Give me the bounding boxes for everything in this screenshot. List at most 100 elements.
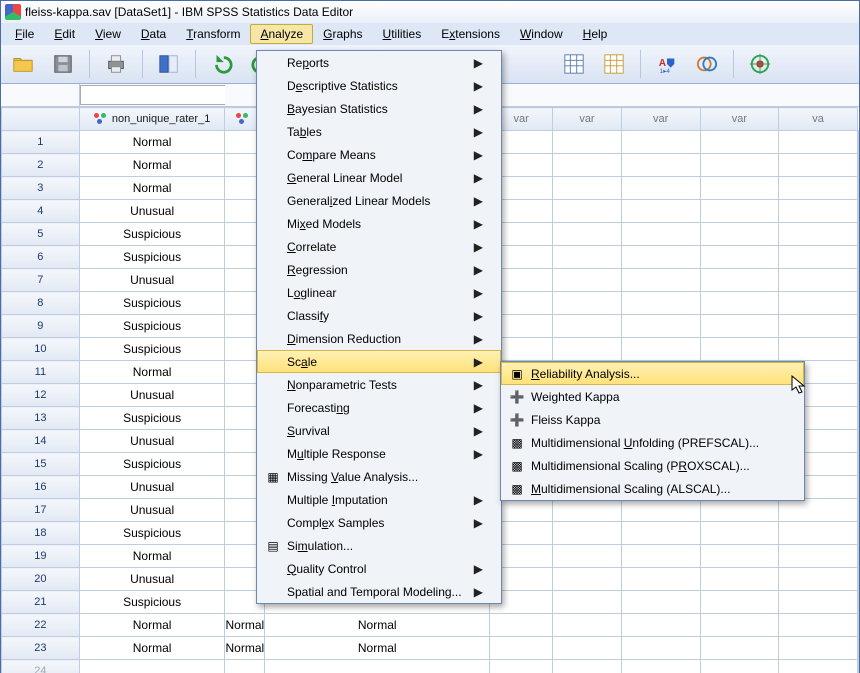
cell[interactable]	[621, 660, 700, 673]
analyze-item[interactable]: Tables▶	[257, 120, 501, 143]
row-header[interactable]: 6	[2, 246, 80, 269]
cell[interactable]	[700, 568, 779, 591]
scale-item[interactable]: ➕Fleiss Kappa	[501, 408, 804, 431]
menu-data[interactable]: Data	[131, 24, 176, 44]
analyze-item[interactable]: Classify▶	[257, 304, 501, 327]
cell[interactable]	[553, 315, 622, 338]
menu-window[interactable]: Window	[510, 24, 573, 44]
cell[interactable]	[779, 269, 858, 292]
menu-transform[interactable]: Transform	[176, 24, 250, 44]
row-header[interactable]: 11	[2, 361, 80, 384]
row-header[interactable]: 14	[2, 430, 80, 453]
cell[interactable]	[700, 246, 779, 269]
cell[interactable]	[621, 614, 700, 637]
cell[interactable]: Suspicious	[79, 338, 225, 361]
cell[interactable]	[553, 200, 622, 223]
cell[interactable]	[700, 637, 779, 660]
cell[interactable]	[621, 200, 700, 223]
cell[interactable]	[700, 499, 779, 522]
row-header[interactable]: 20	[2, 568, 80, 591]
cell[interactable]	[858, 292, 859, 315]
cell[interactable]	[779, 545, 858, 568]
cell[interactable]	[779, 177, 858, 200]
cell[interactable]	[621, 246, 700, 269]
cell[interactable]: Normal	[265, 637, 490, 660]
cell[interactable]	[858, 614, 859, 637]
print-button[interactable]	[100, 49, 132, 79]
scale-submenu[interactable]: ▣Reliability Analysis...➕Weighted Kappa➕…	[500, 361, 805, 501]
menu-edit[interactable]: Edit	[44, 24, 85, 44]
analyze-item[interactable]: Dimension Reduction▶	[257, 327, 501, 350]
insert-cases-button[interactable]	[558, 49, 590, 79]
analyze-item[interactable]: Survival▶	[257, 419, 501, 442]
analyze-item[interactable]: Nonparametric Tests▶	[257, 373, 501, 396]
analyze-item[interactable]: Scale▶	[257, 350, 501, 373]
cell[interactable]	[858, 338, 859, 361]
cell[interactable]	[858, 154, 859, 177]
scale-item[interactable]: ➕Weighted Kappa	[501, 385, 804, 408]
cell[interactable]	[779, 131, 858, 154]
column-empty-var[interactable]: var	[621, 108, 700, 131]
cell[interactable]: Suspicious	[79, 407, 225, 430]
cell[interactable]: Unusual	[79, 476, 225, 499]
cell[interactable]	[621, 269, 700, 292]
analyze-item[interactable]: Spatial and Temporal Modeling...▶	[257, 580, 501, 603]
row-header[interactable]: 12	[2, 384, 80, 407]
menubar[interactable]: FileEditViewDataTransformAnalyzeGraphsUt…	[1, 23, 859, 45]
analyze-item[interactable]: Bayesian Statistics▶	[257, 97, 501, 120]
cell[interactable]: Unusual	[79, 384, 225, 407]
cell[interactable]	[779, 522, 858, 545]
save-button[interactable]	[47, 49, 79, 79]
cell[interactable]: Suspicious	[79, 591, 225, 614]
analyze-item[interactable]: ▤Simulation...	[257, 534, 501, 557]
cell[interactable]	[858, 200, 859, 223]
scale-item[interactable]: ▩Multidimensional Scaling (PROXSCAL)...	[501, 454, 804, 477]
cell[interactable]: Unusual	[79, 200, 225, 223]
cell[interactable]	[700, 591, 779, 614]
cell[interactable]	[858, 361, 859, 384]
cell[interactable]	[858, 177, 859, 200]
cell[interactable]	[858, 637, 859, 660]
cell[interactable]	[858, 522, 859, 545]
row-header[interactable]: 17	[2, 499, 80, 522]
row-header[interactable]: 9	[2, 315, 80, 338]
cell[interactable]: Normal	[79, 545, 225, 568]
analyze-item[interactable]: Compare Means▶	[257, 143, 501, 166]
cell[interactable]	[779, 223, 858, 246]
cell[interactable]: Suspicious	[79, 246, 225, 269]
analyze-item[interactable]: Multiple Imputation▶	[257, 488, 501, 511]
cell[interactable]: Normal	[225, 637, 265, 660]
cell[interactable]	[700, 200, 779, 223]
cell[interactable]	[858, 499, 859, 522]
cell[interactable]	[700, 177, 779, 200]
analyze-menu[interactable]: Reports▶Descriptive Statistics▶Bayesian …	[256, 50, 502, 604]
insert-variable-button[interactable]	[598, 49, 630, 79]
row-header[interactable]: 10	[2, 338, 80, 361]
analyze-item[interactable]: Loglinear▶	[257, 281, 501, 304]
cell[interactable]	[858, 384, 859, 407]
use-sets-button[interactable]	[691, 49, 723, 79]
cell[interactable]	[779, 292, 858, 315]
analyze-item[interactable]: Complex Samples▶	[257, 511, 501, 534]
cell[interactable]: Normal	[225, 614, 265, 637]
cell[interactable]: Unusual	[79, 430, 225, 453]
cell[interactable]	[858, 660, 859, 673]
cell[interactable]	[490, 637, 553, 660]
cell[interactable]	[858, 131, 859, 154]
cell[interactable]	[779, 200, 858, 223]
cell[interactable]	[700, 338, 779, 361]
analyze-item[interactable]: Generalized Linear Models▶	[257, 189, 501, 212]
cell[interactable]	[779, 614, 858, 637]
column-non_unique_rater_1[interactable]: non_unique_rater_1	[79, 108, 225, 131]
cell[interactable]	[621, 292, 700, 315]
cell[interactable]	[858, 315, 859, 338]
analyze-item[interactable]: General Linear Model▶	[257, 166, 501, 189]
cell[interactable]	[621, 177, 700, 200]
cell[interactable]: Unusual	[79, 499, 225, 522]
cell[interactable]	[553, 545, 622, 568]
cell[interactable]: Unusual	[79, 269, 225, 292]
cell[interactable]	[553, 269, 622, 292]
cell[interactable]	[700, 292, 779, 315]
row-header[interactable]: 16	[2, 476, 80, 499]
analyze-item[interactable]: Forecasting▶	[257, 396, 501, 419]
